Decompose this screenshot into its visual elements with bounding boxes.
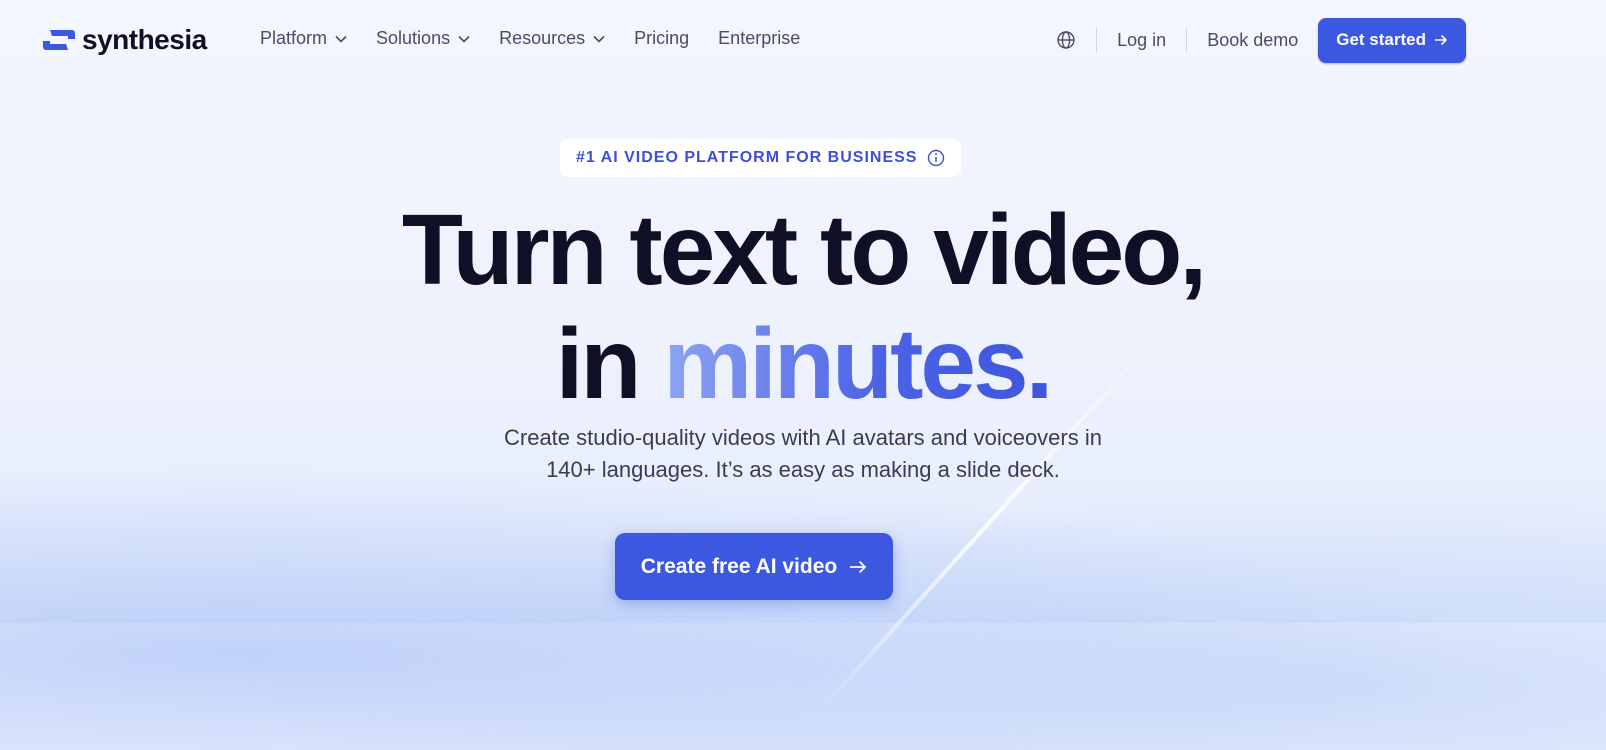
get-started-label: Get started [1336, 30, 1426, 49]
book-demo-link[interactable]: Book demo [1187, 30, 1318, 51]
nav-item-label: Platform [260, 28, 328, 48]
logo-mark-icon [43, 30, 75, 50]
top-navigation: synthesia Platform Solutions Resources P… [0, 0, 1606, 80]
nav-item-label: Enterprise [718, 28, 801, 48]
arrow-right-icon [850, 560, 867, 573]
hero-badge: #1 AI VIDEO PLATFORM FOR BUSINESS [560, 139, 962, 177]
hero-badge-label: #1 AI VIDEO PLATFORM FOR BUSINESS [576, 149, 918, 166]
create-free-video-label: Create free AI video [640, 554, 838, 578]
main-menu: Platform Solutions Resources Pricing Ent… [260, 28, 800, 49]
headline-accent: minutes. [663, 308, 1053, 420]
hero-subtitle-line1: Create studio-quality videos with AI ava… [504, 425, 1102, 450]
chevron-down-icon [458, 35, 470, 43]
create-free-video-button[interactable]: Create free AI video [615, 533, 893, 600]
nav-item-resources[interactable]: Resources [499, 28, 605, 49]
synthesia-logo[interactable]: synthesia [42, 24, 207, 56]
nav-item-platform[interactable]: Platform [260, 28, 347, 49]
chevron-down-icon [593, 35, 605, 43]
login-link[interactable]: Log in [1097, 30, 1186, 51]
logo-wordmark: synthesia [82, 24, 207, 55]
hero-headline-line2: in minutes. [0, 314, 1606, 414]
hero-subtitle-line2: 140+ languages. It’s as easy as making a… [546, 457, 1060, 482]
nav-item-label: Resources [499, 28, 586, 48]
chevron-down-icon [335, 35, 347, 43]
nav-item-enterprise[interactable]: Enterprise [718, 28, 800, 49]
nav-actions: Log in Book demo Get started [1056, 17, 1466, 63]
headline-prefix: in [555, 308, 664, 420]
arrow-right-icon [1435, 34, 1448, 46]
nav-item-label: Solutions [376, 28, 451, 48]
globe-icon[interactable] [1056, 30, 1076, 50]
get-started-button[interactable]: Get started [1318, 17, 1466, 63]
info-icon[interactable] [927, 149, 945, 167]
nav-item-pricing[interactable]: Pricing [634, 28, 689, 49]
hero-headline-line1: Turn text to video, [401, 194, 1207, 306]
nav-item-solutions[interactable]: Solutions [376, 28, 470, 49]
nav-item-label: Pricing [634, 28, 690, 48]
